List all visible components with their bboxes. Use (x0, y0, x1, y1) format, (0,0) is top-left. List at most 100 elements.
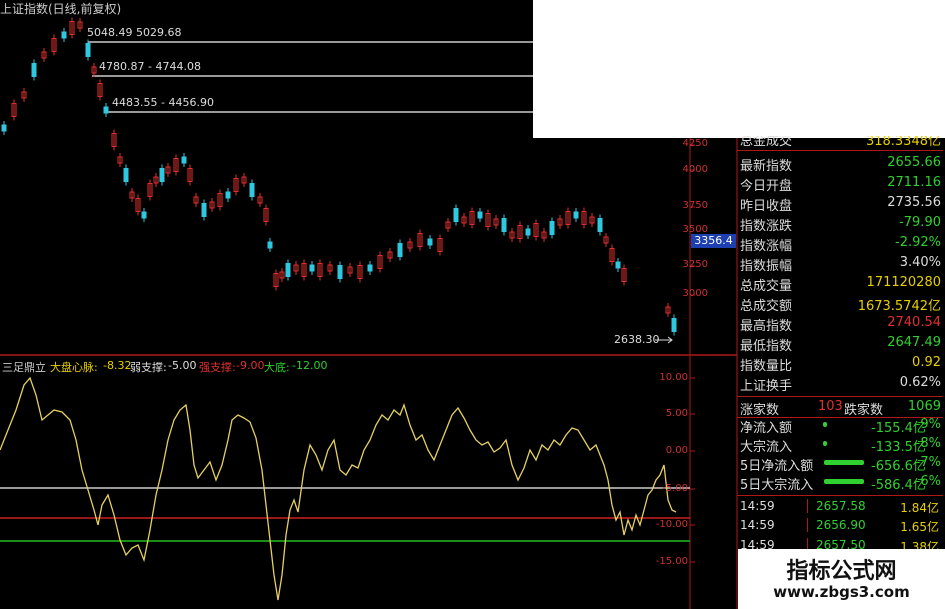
y-tick-label: 3250 (682, 259, 708, 270)
indicator-name: 三足鼎立 (2, 361, 46, 374)
indicator-item-value: -8.32 (103, 359, 132, 372)
quote-row: 总成交量 171120280 (737, 273, 943, 294)
quote-value: 0.92 (912, 355, 941, 370)
candle-body (201, 203, 207, 217)
candle-body (285, 263, 291, 277)
candle-body (123, 168, 129, 182)
flow-pct: -8% (915, 436, 941, 451)
quote-label: 指数涨跌 (740, 219, 793, 234)
candle-body (337, 265, 343, 279)
quote-row: 指数振幅 3.40% (737, 253, 943, 274)
level-label-3: 4483.55 - 4456.90 (111, 96, 215, 109)
quote-value: 2711.16 (887, 175, 941, 190)
quote-label: 指数涨幅 (740, 239, 793, 254)
tick-price: 2657.58 (807, 499, 866, 513)
quote-label: 最高指数 (740, 319, 793, 334)
candle-body (397, 243, 403, 257)
quote-row: 总成交额 1673.5742亿 (737, 293, 943, 314)
flow-pct: -6% (915, 474, 941, 489)
y-tick-label: 3750 (682, 200, 708, 211)
level-label-2: 4780.87 - 4744.08 (98, 60, 202, 73)
quote-value: 1673.5742亿 (857, 299, 941, 314)
indicator-item-label: 强支撑: (199, 361, 236, 374)
candle-body (477, 211, 483, 219)
quote-value: 2735.56 (887, 195, 941, 210)
quote-label: 最低指数 (740, 339, 793, 354)
indicator-y-tick: -10.00 (655, 519, 688, 530)
indicator-item-value: -9.00 (236, 359, 265, 372)
candle-body (249, 183, 255, 197)
quote-row: 指数涨跌 -79.90 (737, 213, 943, 234)
candle-body (671, 318, 677, 332)
quote-label: 总成交量 (740, 279, 793, 294)
candle-body (501, 218, 507, 232)
tick-volume: 1.84亿 (900, 501, 939, 515)
indicator-item-label: 大盘心脉: (50, 361, 98, 374)
quote-value: 171120280 (866, 275, 941, 290)
low-marker-label: 2638.30 (614, 333, 660, 346)
candle-body (367, 264, 373, 272)
advance-count: 103 (818, 399, 843, 414)
current-price-tag: 3356.4 (691, 234, 736, 248)
quote-row-partial: 总金成交 318.3348亿 (737, 136, 943, 151)
candle-body (309, 264, 315, 272)
advance-decline-row: 涨家数 103 跌家数 1069 (737, 396, 943, 418)
quote-label: 指数振幅 (740, 259, 793, 274)
quote-row: 最新指数 2655.66 (737, 153, 943, 174)
flow-bar (823, 441, 827, 446)
tick-volume: 1.65亿 (900, 520, 939, 534)
y-tick-label: 3000 (682, 288, 708, 299)
quote-value: -79.90 (899, 215, 941, 230)
quote-value: 2740.54 (887, 315, 941, 330)
flow-label: 5日大宗流入 (740, 478, 814, 493)
quote-label: 上证换手 (740, 379, 793, 394)
flow-pct: -7% (915, 455, 941, 470)
flow-bar (824, 479, 864, 484)
candle-body (225, 191, 231, 199)
quote-row: 指数量比 0.92 (737, 353, 943, 374)
flow-bar (824, 460, 864, 465)
indicator-item-label: 大底: (264, 361, 290, 374)
market-pulse-line (0, 376, 677, 601)
quote-value: 0.62% (899, 375, 941, 390)
watermark-url: www.zbgs3.com (773, 583, 910, 601)
quote-label: 总成交额 (740, 299, 793, 314)
level-label-1: 5048.49 5029.68 (86, 26, 183, 39)
flow-row: 5日净流入额 -656.6亿 -7% (737, 454, 943, 474)
tick-row: 14:59 2657.58 1.84亿 (737, 495, 943, 515)
quote-label: 指数量比 (740, 359, 793, 374)
candle-body (525, 228, 531, 236)
indicator-item-value: -12.00 (292, 359, 328, 372)
candle-body (85, 43, 91, 57)
quote-value: 2655.66 (887, 155, 941, 170)
candle-body (573, 211, 579, 219)
y-tick-label: 4000 (682, 164, 708, 175)
flow-pct: -9% (915, 417, 941, 432)
quote-row: 昨日收盘 2735.56 (737, 193, 943, 214)
indicator-item-value: -5.00 (168, 359, 197, 372)
decline-count: 1069 (907, 399, 941, 414)
quote-row: 最高指数 2740.54 (737, 313, 943, 334)
indicator-y-tick: 0.00 (665, 445, 688, 456)
quote-label: 最新指数 (740, 159, 793, 174)
candle-body (597, 218, 603, 232)
quote-row: 指数涨幅 -2.92% (737, 233, 943, 254)
tick-price: 2656.90 (807, 518, 866, 532)
indicator-item-label: 弱支撑: (130, 361, 167, 374)
candle-body (159, 168, 165, 182)
candle-body (267, 241, 273, 249)
flow-row: 大宗流入 -133.5亿 -8% (737, 435, 943, 455)
candle-body (181, 156, 187, 164)
indicator-y-tick: 10.00 (659, 372, 688, 383)
flow-label: 大宗流入 (740, 440, 793, 455)
quote-value: 2647.49 (887, 335, 941, 350)
tick-row: 14:59 2656.90 1.65亿 (737, 515, 943, 534)
flow-label: 5日净流入额 (740, 459, 814, 474)
quote-value: -2.92% (895, 235, 941, 250)
quote-row: 今日开盘 2711.16 (737, 173, 943, 194)
indicator-y-tick: 5.00 (665, 408, 688, 419)
y-tick-label: 4250 (682, 138, 708, 149)
quote-label: 昨日收盘 (740, 199, 793, 214)
tick-time: 14:59 (740, 518, 775, 532)
candle-body (103, 106, 109, 114)
